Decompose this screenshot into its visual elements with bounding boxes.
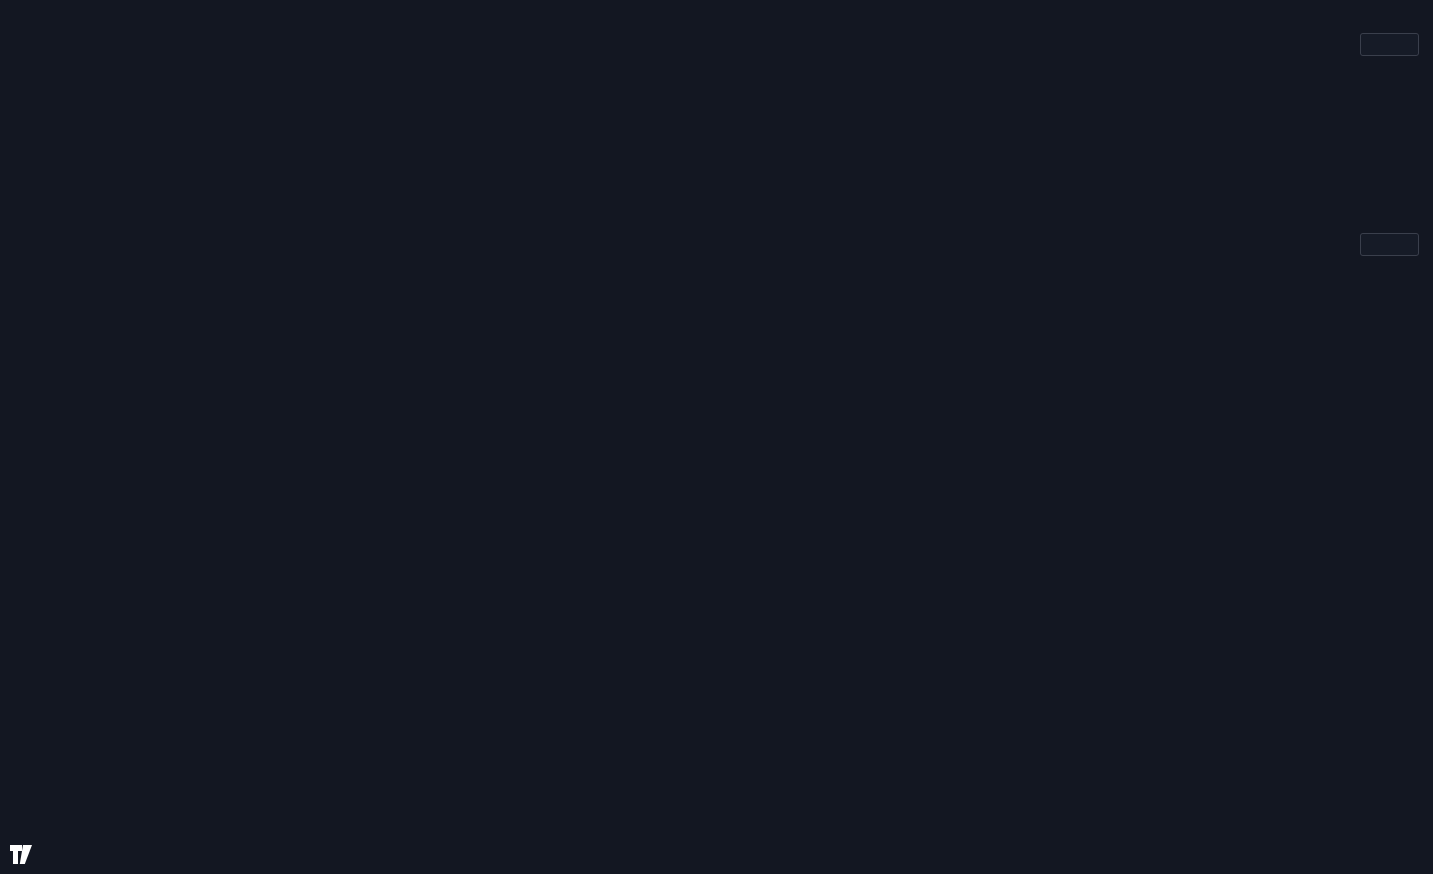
tradingview-logo-icon (10, 845, 32, 864)
currency-button-main[interactable] (1360, 233, 1419, 256)
symbol-title-bar (14, 235, 58, 249)
currency-button-indicator[interactable] (1360, 33, 1419, 56)
chart-canvas[interactable] (0, 0, 1433, 874)
tradingview-watermark[interactable] (10, 845, 40, 864)
tradingview-published-chart (0, 0, 1433, 874)
